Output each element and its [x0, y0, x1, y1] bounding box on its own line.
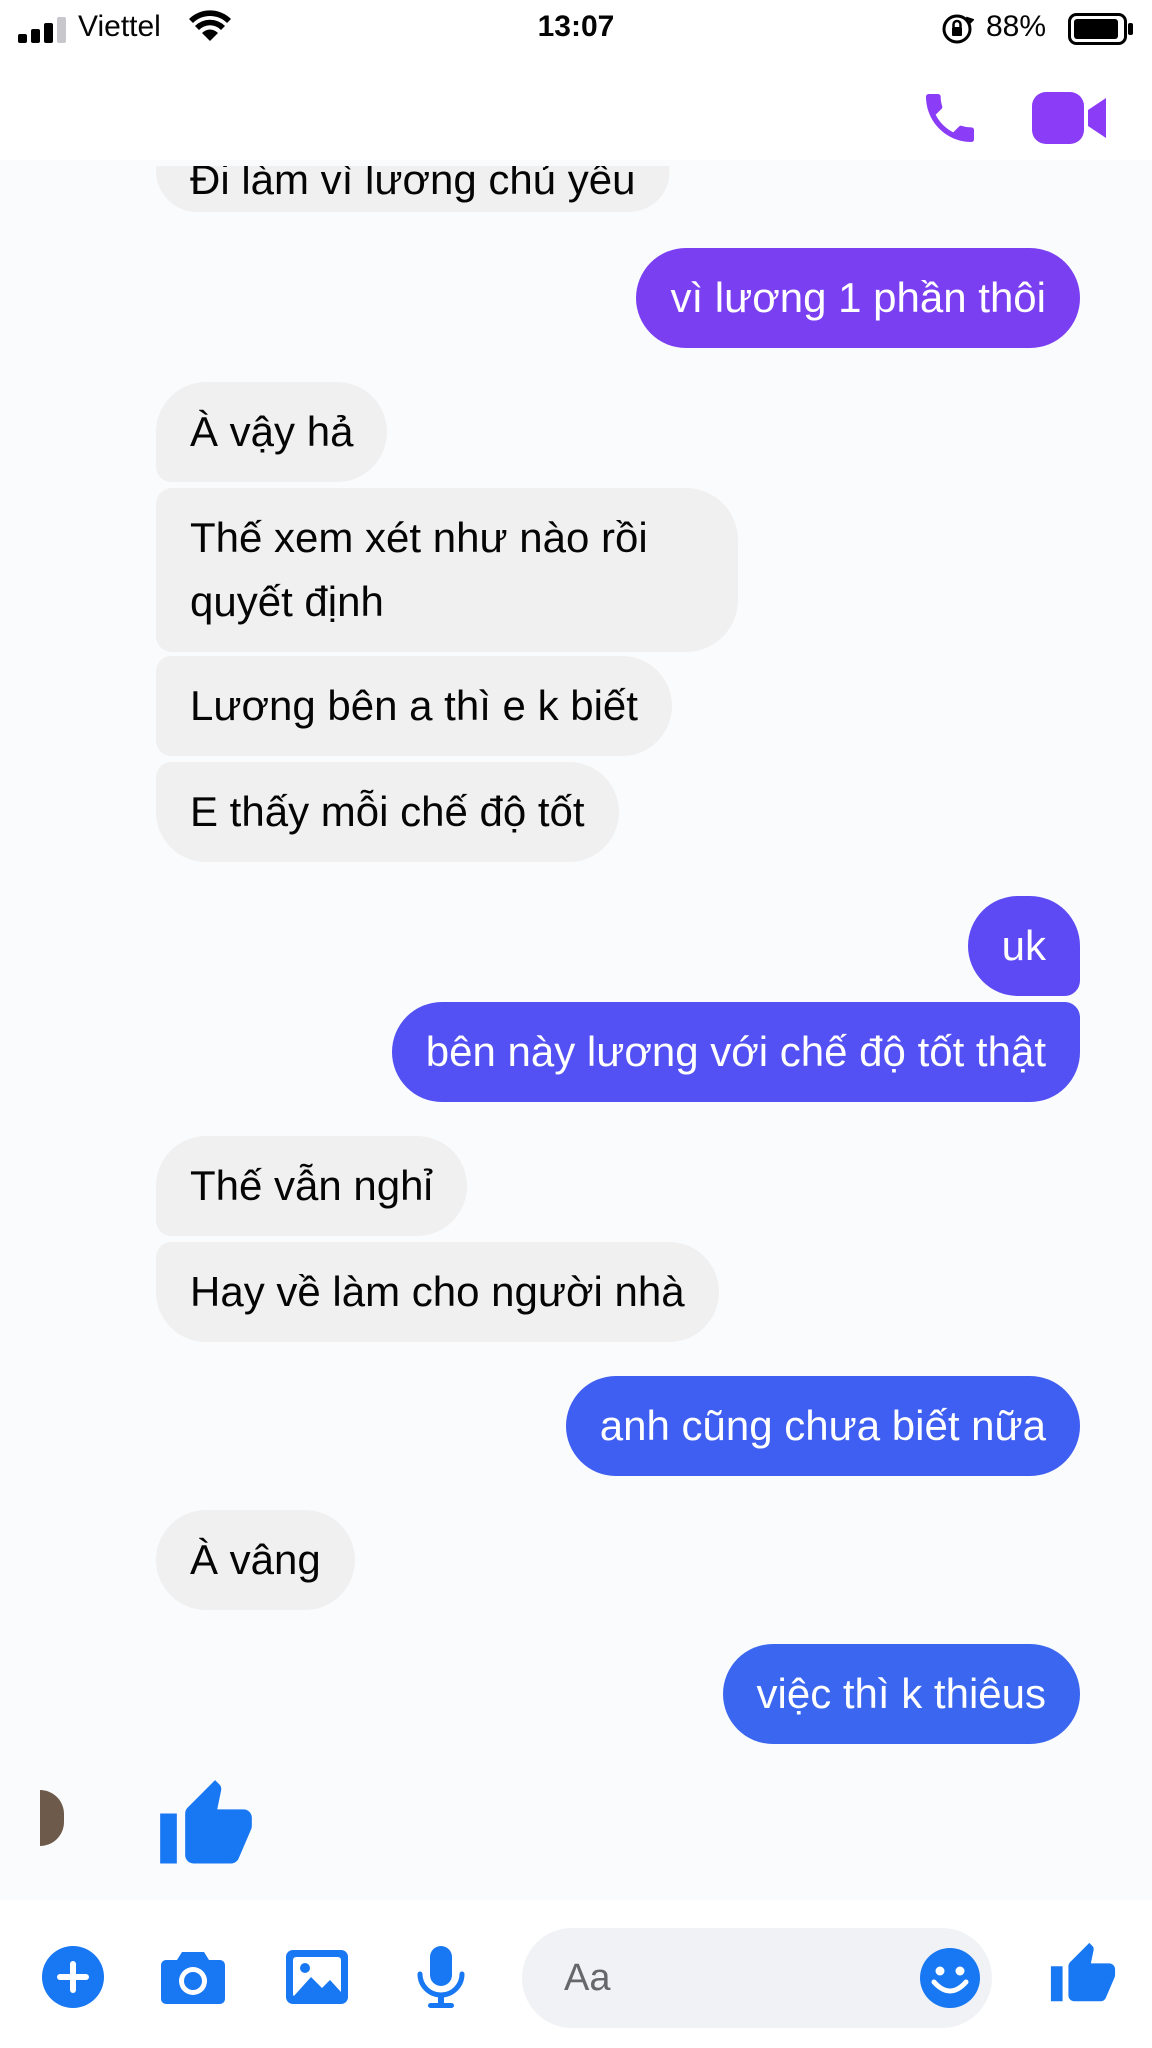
message-incoming[interactable]: Hay về làm cho người nhà [156, 1242, 719, 1342]
video-camera-icon[interactable] [1032, 92, 1108, 144]
rotation-lock-icon [942, 14, 974, 44]
message-outgoing[interactable]: vì lương 1 phần thôi [636, 248, 1080, 348]
message-incoming[interactable]: E thấy mỗi chế độ tốt [156, 762, 619, 862]
message-outgoing[interactable]: việc thì k thiêus [722, 1644, 1080, 1744]
message-outgoing[interactable]: bên này lương với chế độ tốt thật [391, 1002, 1080, 1102]
message-incoming[interactable]: Đi làm vì lương chủ yếu [156, 166, 670, 212]
plus-icon[interactable] [40, 1944, 106, 2010]
message-outgoing[interactable]: uk [967, 896, 1080, 996]
camera-icon[interactable] [160, 1944, 226, 2010]
message-incoming[interactable]: À vâng [156, 1510, 355, 1610]
message-incoming[interactable]: Thế vẫn nghỉ [156, 1136, 467, 1236]
message-incoming[interactable]: Thế xem xét như nào rồi quyết định [156, 488, 738, 652]
thumbs-up-icon[interactable] [156, 1776, 256, 1876]
battery-percentage: 88% [986, 10, 1047, 43]
phone-icon[interactable] [918, 86, 982, 150]
battery-icon [1068, 13, 1133, 45]
status-bar: Viettel 13:07 88% [0, 0, 1152, 60]
message-incoming[interactable]: À vậy hả [156, 382, 388, 482]
image-icon[interactable] [284, 1944, 350, 2010]
emoji-icon[interactable] [918, 1946, 982, 2010]
microphone-icon[interactable] [408, 1944, 474, 2010]
message-incoming[interactable]: Lương bên a thì e k biết [156, 656, 672, 756]
clock-time: 13:07 [537, 10, 615, 43]
thumbs-up-icon[interactable] [1048, 1940, 1118, 2010]
message-outgoing[interactable]: anh cũng chưa biết nữa [565, 1376, 1080, 1476]
